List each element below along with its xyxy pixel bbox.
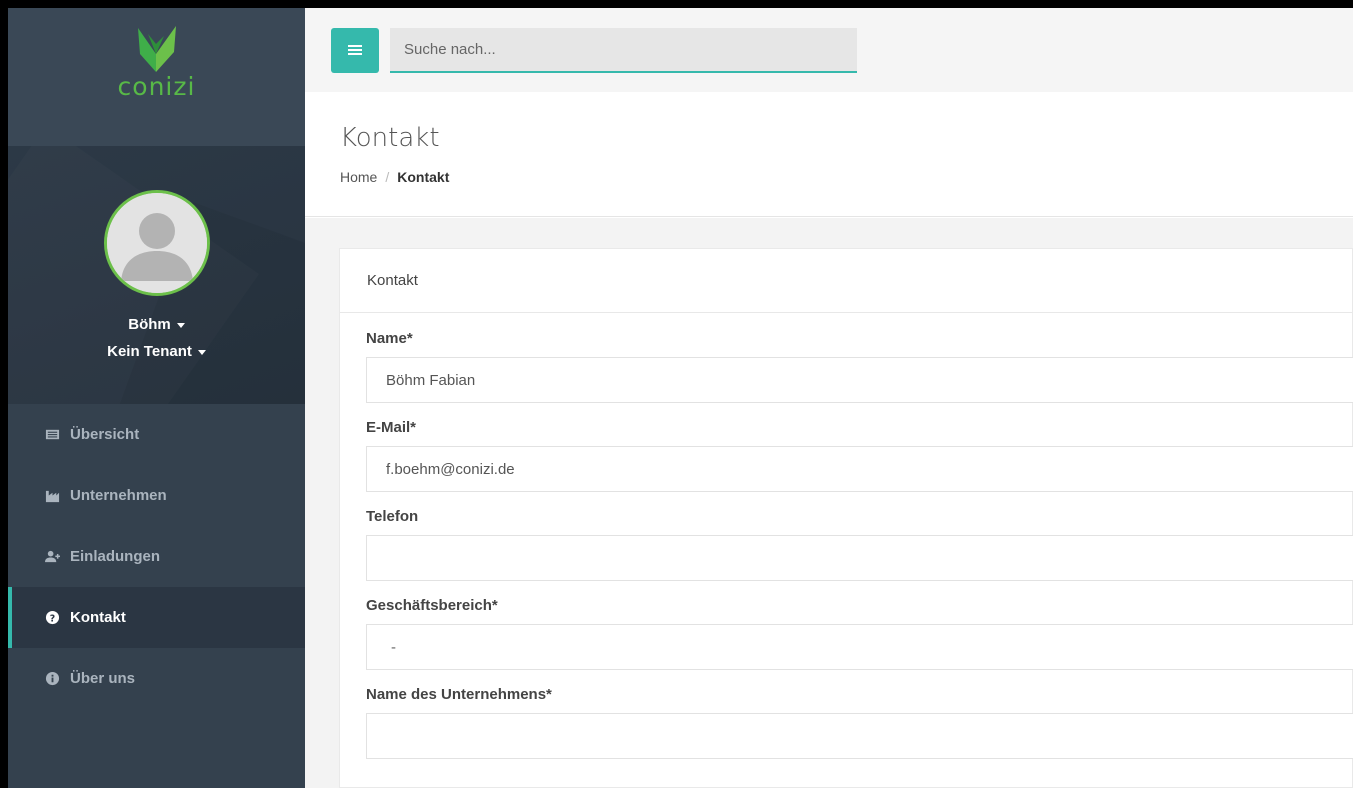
app-window: conizi Böhm Kein Tenant Übersicht Untern… bbox=[0, 0, 1353, 788]
sidebar-item-ueber-uns[interactable]: Über uns bbox=[8, 648, 305, 709]
user-plus-icon bbox=[44, 549, 60, 565]
sidebar-item-kontakt[interactable]: ? Kontakt bbox=[8, 587, 305, 648]
sidebar-item-label: Einladungen bbox=[70, 548, 160, 565]
sidebar-nav: Übersicht Unternehmen Einladungen ? Kont… bbox=[8, 404, 305, 709]
sidebar-item-unternehmen[interactable]: Unternehmen bbox=[8, 465, 305, 526]
form-group-phone: Telefon bbox=[366, 508, 1353, 581]
phone-label: Telefon bbox=[366, 508, 419, 525]
topbar bbox=[305, 8, 1353, 92]
question-circle-icon: ? bbox=[44, 610, 60, 626]
name-label: Name* bbox=[366, 330, 413, 347]
sidebar-item-label: Über uns bbox=[70, 670, 136, 687]
breadcrumb-current: Kontakt bbox=[397, 169, 450, 185]
form-group-business: Geschäftsbereich* - bbox=[366, 597, 1353, 670]
brand: conizi bbox=[8, 8, 305, 146]
search-input[interactable] bbox=[390, 27, 857, 73]
email-label: E-Mail* bbox=[366, 419, 417, 436]
page-title: Kontakt bbox=[340, 123, 440, 153]
avatar[interactable] bbox=[103, 190, 210, 296]
brand-name: conizi bbox=[117, 72, 196, 101]
list-icon bbox=[44, 427, 60, 443]
caret-down-icon bbox=[197, 349, 206, 355]
form-group-name: Name* bbox=[366, 330, 1353, 403]
svg-text:?: ? bbox=[49, 613, 54, 624]
business-select-value: - bbox=[391, 638, 396, 656]
contact-form: Name* E-Mail* Telefon Geschäftsbereich* … bbox=[340, 313, 1353, 759]
company-field[interactable] bbox=[366, 713, 1353, 759]
sidebar-item-einladungen[interactable]: Einladungen bbox=[8, 526, 305, 587]
name-field[interactable] bbox=[366, 357, 1353, 403]
form-group-email: E-Mail* bbox=[366, 419, 1353, 492]
business-select[interactable]: - bbox=[366, 624, 1353, 670]
phone-field[interactable] bbox=[366, 535, 1353, 581]
user-profile: Böhm Kein Tenant bbox=[8, 146, 305, 404]
breadcrumb: Home / Kontakt bbox=[340, 169, 1353, 185]
contact-card: Kontakt Name* E-Mail* Telefon Geschäftsb… bbox=[339, 248, 1353, 788]
user-placeholder-icon bbox=[106, 193, 207, 293]
sidebar-item-label: Unternehmen bbox=[70, 487, 167, 504]
business-label: Geschäftsbereich* bbox=[366, 597, 498, 614]
caret-down-icon bbox=[176, 322, 185, 328]
company-label: Name des Unternehmens* bbox=[366, 686, 552, 703]
sidebar-item-label: Kontakt bbox=[70, 609, 126, 626]
user-name: Böhm bbox=[128, 316, 171, 333]
sidebar-item-uebersicht[interactable]: Übersicht bbox=[8, 404, 305, 465]
card-title: Kontakt bbox=[340, 249, 1352, 313]
menu-toggle-button[interactable] bbox=[331, 27, 379, 73]
info-circle-icon bbox=[44, 671, 60, 687]
conizi-logo-icon bbox=[137, 26, 176, 72]
main-content: Kontakt Name* E-Mail* Telefon Geschäftsb… bbox=[305, 218, 1353, 788]
form-group-company: Name des Unternehmens* bbox=[366, 686, 1353, 759]
breadcrumb-separator: / bbox=[385, 169, 390, 185]
user-menu-toggle[interactable]: Böhm bbox=[128, 316, 185, 333]
sidebar-item-label: Übersicht bbox=[70, 426, 140, 443]
tenant-menu-toggle[interactable]: Kein Tenant bbox=[107, 343, 206, 360]
hamburger-icon bbox=[348, 45, 362, 55]
sidebar: conizi Böhm Kein Tenant Übersicht Untern… bbox=[8, 8, 305, 788]
page-header: Kontakt Home / Kontakt bbox=[305, 92, 1353, 217]
email-field[interactable] bbox=[366, 446, 1353, 492]
industry-icon bbox=[44, 488, 60, 504]
tenant-name: Kein Tenant bbox=[107, 343, 192, 360]
breadcrumb-home-link[interactable]: Home bbox=[340, 169, 377, 185]
